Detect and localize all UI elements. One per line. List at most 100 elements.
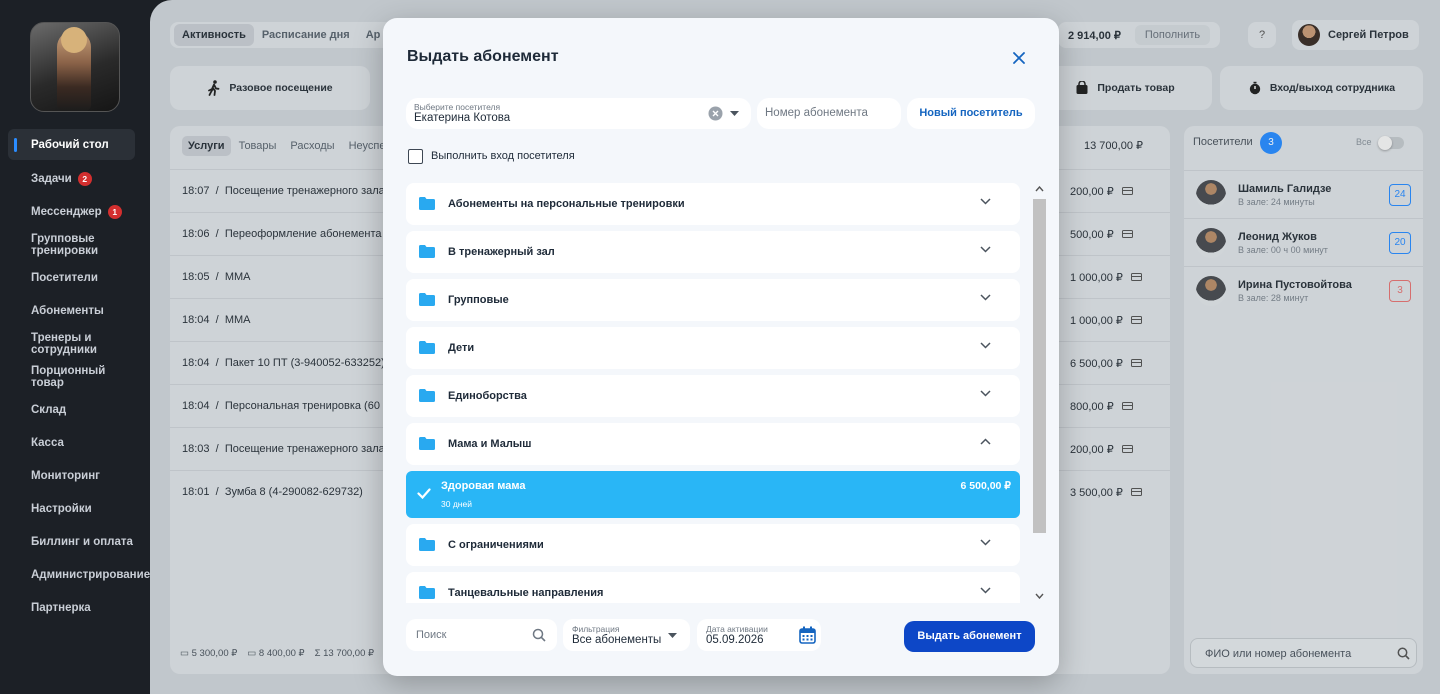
issue-subscription-dialog: Выдать абонемент Выберите посетителя Ека… (383, 18, 1059, 676)
sidebar-item-label: Настройки (31, 502, 92, 515)
folder-icon (419, 197, 435, 210)
sidebar-item-warehouse[interactable]: Склад (8, 393, 135, 426)
sidebar-item-label: Порционный товар (31, 364, 106, 389)
subscription-number-input[interactable]: Номер абонемента (757, 98, 901, 129)
chevron-down-icon[interactable] (980, 539, 991, 546)
activation-date-label: Дата активации (706, 624, 768, 634)
sidebar-item-label: Биллинг и оплата (31, 535, 133, 548)
chevron-down-icon[interactable] (980, 198, 991, 205)
dropdown-arrow-icon (668, 633, 677, 638)
filter-value: Все абонементы (572, 634, 662, 646)
sidebar-item-label: Администрирование (31, 568, 151, 581)
folder-name: Мама и Малыш (448, 438, 532, 450)
visitor-select[interactable]: Выберите посетителя Екатерина Котова (406, 98, 751, 129)
sidebar: Рабочий стол Задачи 2 Мессенджер 1 Группов… (0, 0, 150, 694)
folder-name: Абонементы на персональные тренировки (448, 198, 685, 210)
folder-group[interactable]: Групповые (406, 279, 1020, 321)
folder-icon (419, 586, 435, 599)
sidebar-item-trainers[interactable]: Тренеры и сотрудники (8, 327, 118, 360)
activation-date-field[interactable]: Дата активации 05.09.2026 (697, 619, 821, 651)
issue-subscription-button[interactable]: Выдать абонемент (904, 621, 1035, 652)
folder-name: В тренажерный зал (448, 246, 555, 258)
folder-mom-and-baby[interactable]: Мама и Малыш (406, 423, 1020, 465)
sidebar-item-label: Касса (31, 436, 64, 449)
calendar-icon[interactable] (799, 626, 816, 644)
sidebar-item-label: Задачи (31, 172, 72, 185)
scroll-up-icon[interactable] (1035, 186, 1044, 192)
search-placeholder: Поиск (416, 629, 447, 641)
folder-icon (419, 245, 435, 258)
chevron-down-icon[interactable] (980, 246, 991, 253)
sidebar-item-group-trainings[interactable]: Групповые тренировки (8, 228, 118, 261)
close-icon[interactable] (1009, 48, 1029, 68)
search-input[interactable]: Поиск (406, 619, 557, 651)
sidebar-item-visitors[interactable]: Посетители (8, 261, 135, 294)
sidebar-item-label: Посетители (31, 271, 98, 284)
subscription-price: 6 500,00 ₽ (960, 480, 1011, 492)
sidebar-item-settings[interactable]: Настройки (8, 492, 135, 525)
sidebar-item-label: Партнерка (31, 601, 91, 614)
folder-icon (419, 538, 435, 551)
sidebar-item-portion-goods[interactable]: Порционный товар (8, 360, 108, 393)
folder-name: Дети (448, 342, 475, 354)
folder-personal-trainings[interactable]: Абонементы на персональные тренировки (406, 183, 1020, 225)
sidebar-item-partners[interactable]: Партнерка (8, 591, 135, 624)
folder-icon (419, 341, 435, 354)
subscription-name: Здоровая мама (441, 480, 526, 492)
search-icon[interactable] (532, 628, 546, 642)
chevron-up-icon[interactable] (980, 438, 991, 445)
subscription-duration: 30 дней (441, 499, 472, 509)
sidebar-item-label: Склад (31, 403, 67, 416)
sidebar-nav: Рабочий стол Задачи 2 Мессенджер 1 Группов… (8, 129, 150, 624)
subscription-list: Абонементы на персональные тренировки В … (406, 183, 1046, 603)
club-logo[interactable] (30, 22, 120, 112)
sidebar-item-label: Абонементы (31, 304, 104, 317)
subscription-item-selected[interactable]: Здоровая мама 30 дней 6 500,00 ₽ (406, 471, 1020, 518)
checkin-checkbox[interactable] (408, 149, 423, 164)
sidebar-item-monitoring[interactable]: Мониторинг (8, 459, 135, 492)
visitor-select-label: Выберите посетителя (414, 102, 501, 112)
chevron-down-icon[interactable] (980, 390, 991, 397)
folder-restricted[interactable]: С ограничениями (406, 524, 1020, 566)
folder-gym[interactable]: В тренажерный зал (406, 231, 1020, 273)
folder-martial-arts[interactable]: Единоборства (406, 375, 1020, 417)
sidebar-item-label: Тренеры и сотрудники (31, 331, 97, 356)
subscription-number-placeholder: Номер абонемента (765, 107, 868, 119)
checkmark-icon (417, 488, 431, 499)
dropdown-arrow-icon[interactable] (730, 111, 739, 116)
chevron-down-icon[interactable] (980, 587, 991, 594)
tasks-count-badge: 2 (77, 171, 92, 186)
activation-date-value: 05.09.2026 (706, 634, 764, 646)
folder-name: Танцевальные направления (448, 587, 604, 599)
dialog-title: Выдать абонемент (407, 48, 559, 65)
sidebar-item-subscriptions[interactable]: Абонементы (8, 294, 135, 327)
chevron-down-icon[interactable] (980, 342, 991, 349)
folder-icon (419, 437, 435, 450)
filter-label: Фильтрация (572, 624, 620, 634)
folder-name: Единоборства (448, 390, 527, 402)
new-visitor-button[interactable]: Новый посетитель (907, 98, 1035, 129)
folder-kids[interactable]: Дети (406, 327, 1020, 369)
checkin-checkbox-label: Выполнить вход посетителя (431, 150, 575, 162)
messenger-count-badge: 1 (107, 204, 122, 219)
visitor-select-value: Екатерина Котова (414, 112, 511, 124)
sidebar-item-billing[interactable]: Биллинг и оплата (8, 525, 135, 558)
sidebar-item-messenger[interactable]: Мессенджер 1 (8, 195, 135, 228)
scrollbar-thumb[interactable] (1033, 199, 1046, 533)
folder-dance[interactable]: Танцевальные направления (406, 572, 1020, 603)
sidebar-item-cashbox[interactable]: Касса (8, 426, 135, 459)
sidebar-item-label: Мессенджер (31, 205, 102, 218)
sidebar-item-tasks[interactable]: Задачи 2 (8, 162, 135, 195)
folder-name: С ограничениями (448, 539, 544, 551)
scroll-down-icon[interactable] (1035, 593, 1044, 599)
folder-icon (419, 389, 435, 402)
clear-icon[interactable] (708, 106, 723, 121)
folder-name: Групповые (448, 294, 509, 306)
folder-icon (419, 293, 435, 306)
chevron-down-icon[interactable] (980, 294, 991, 301)
filter-select[interactable]: Фильтрация Все абонементы (563, 619, 690, 651)
sidebar-item-administration[interactable]: Администрирование (8, 558, 150, 591)
sidebar-item-label: Рабочий стол (31, 138, 109, 151)
sidebar-item-label: Групповые тренировки (31, 232, 99, 257)
sidebar-item-desktop[interactable]: Рабочий стол (8, 129, 135, 160)
